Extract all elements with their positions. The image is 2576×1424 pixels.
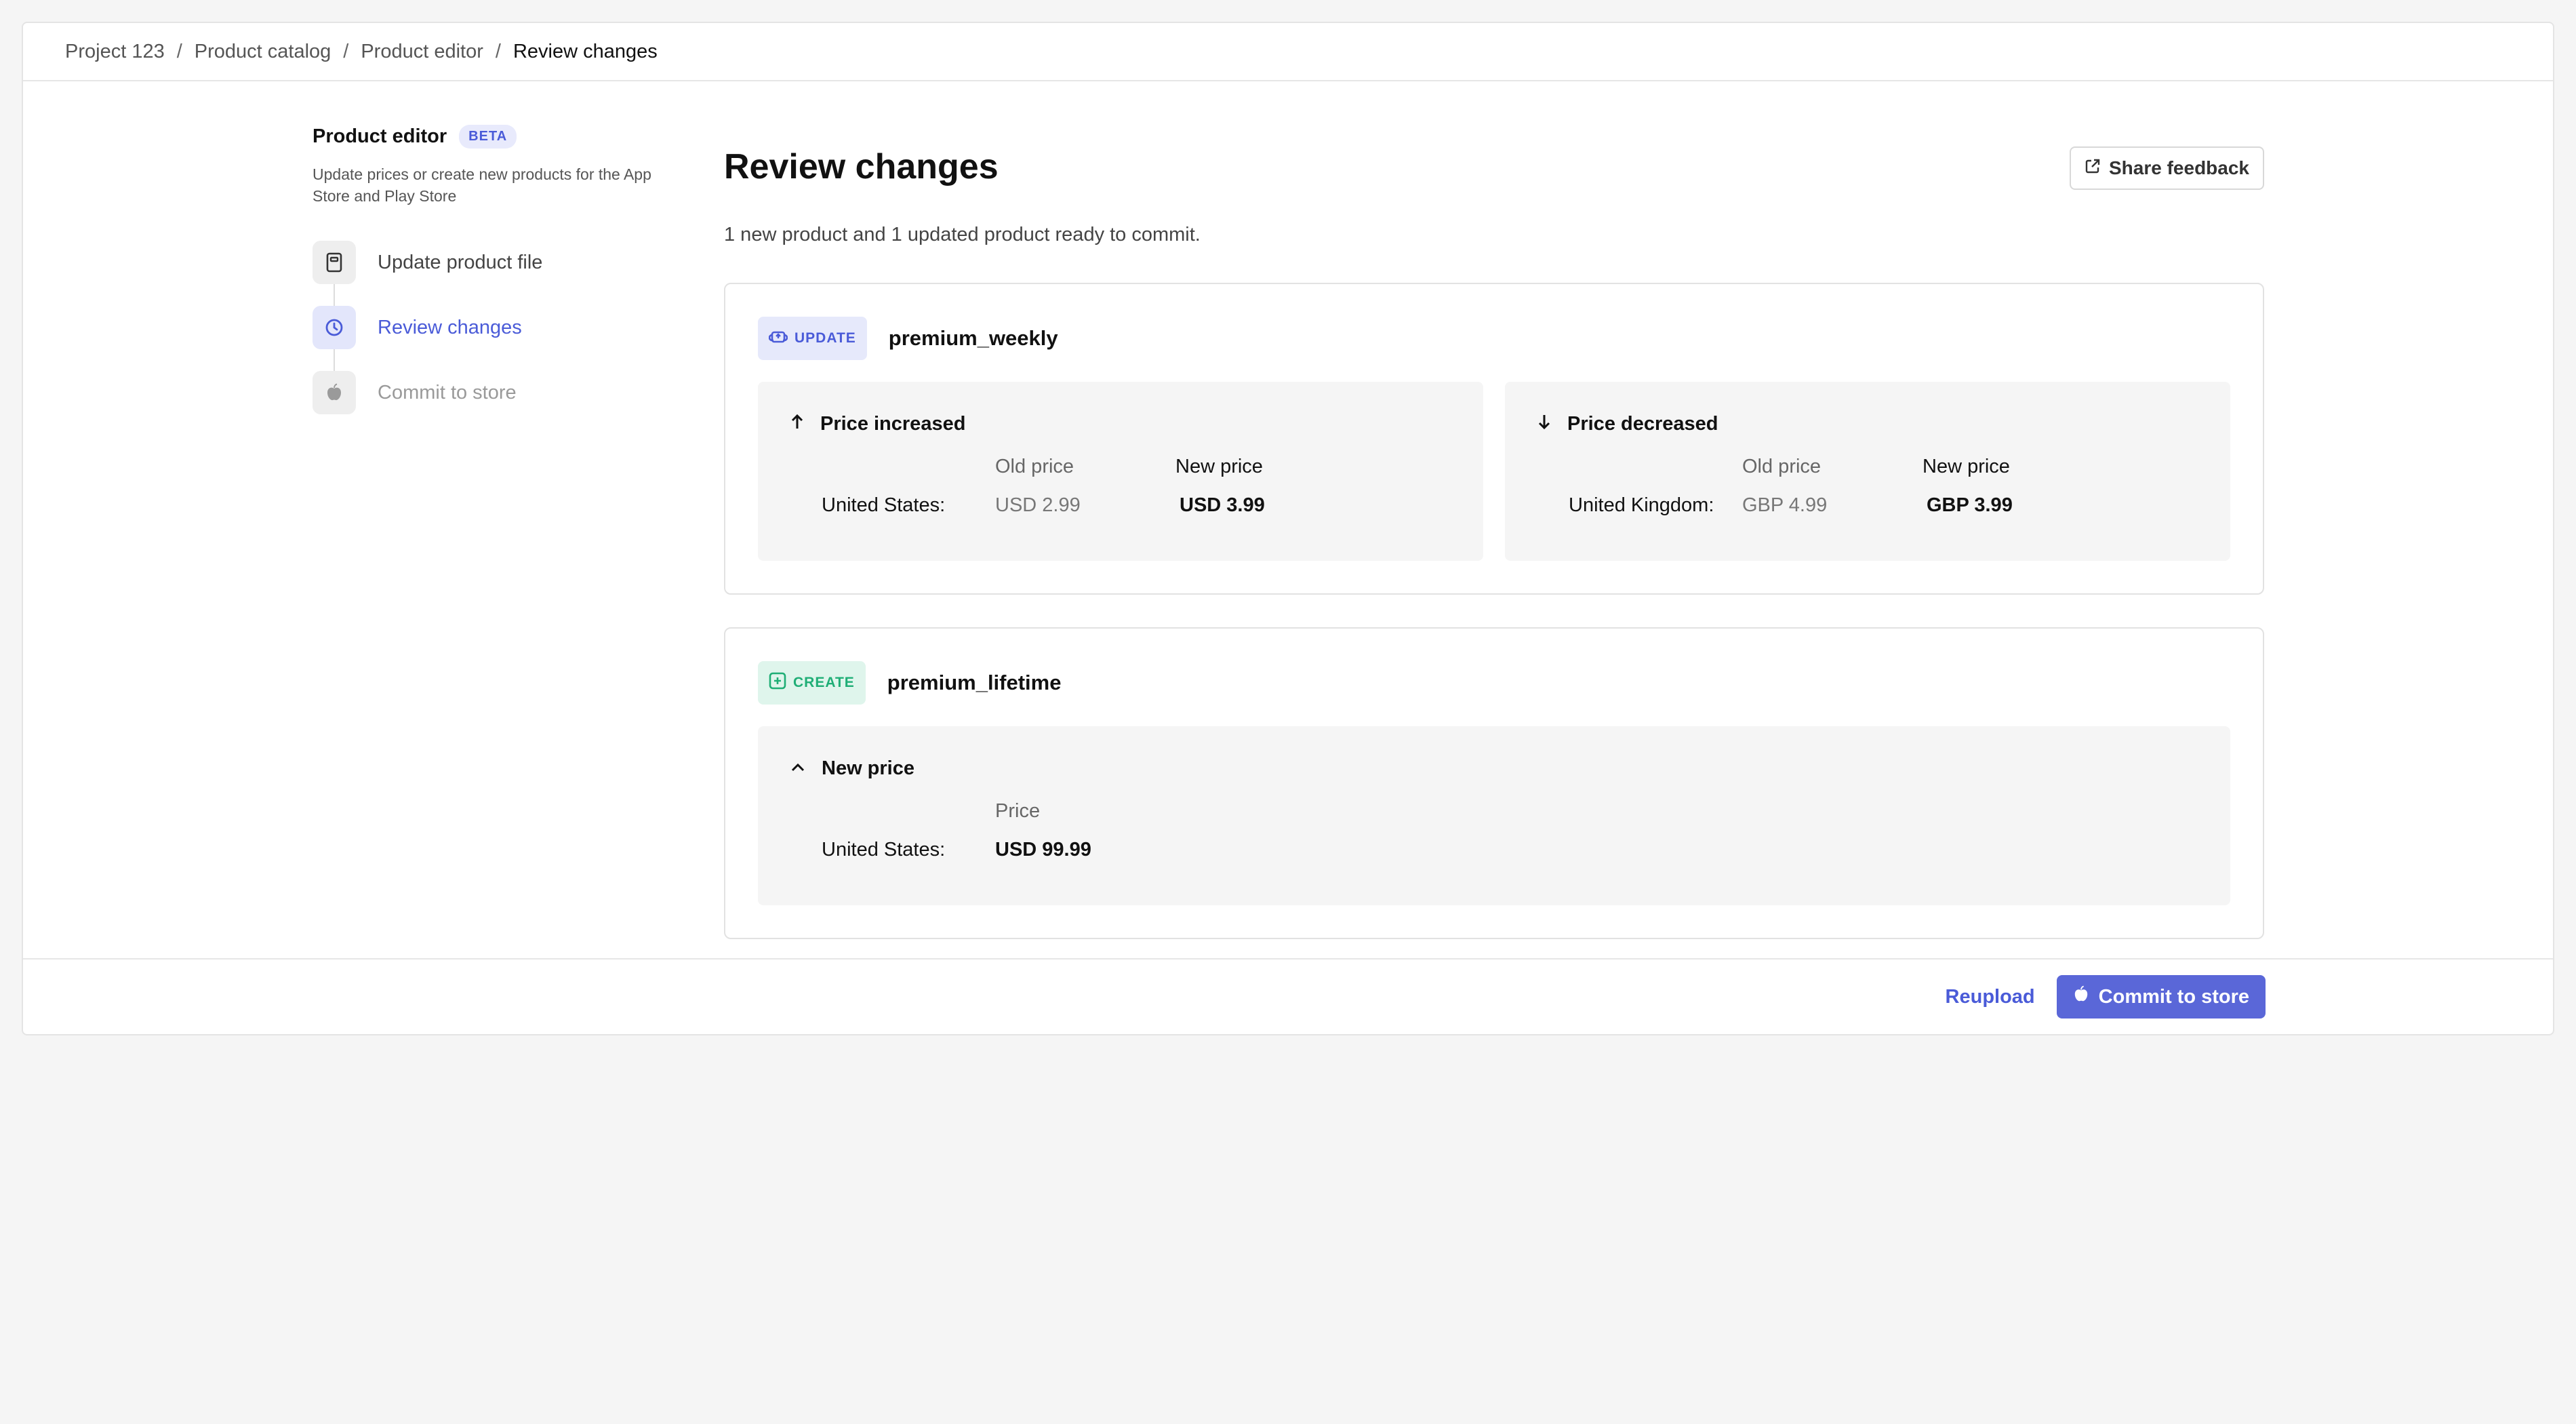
price-increased-box: Price increased Old price New price Unit… (758, 382, 1483, 561)
step-label: Update product file (378, 251, 543, 273)
sidebar-description: Update prices or create new products for… (313, 165, 651, 205)
sidebar: Product editor BETA Update prices or cre… (313, 125, 692, 436)
product-card-update: UPDATE premium_weekly Price increased Ol… (724, 283, 2264, 595)
old-price-value: GBP 4.99 (1742, 494, 1828, 516)
commit-to-store-button[interactable]: Commit to store (2056, 975, 2266, 1018)
arrow-up-icon (790, 413, 804, 435)
new-price-header: New price (1175, 456, 1263, 477)
breadcrumb-separator: / (343, 40, 349, 62)
breadcrumb-current: Review changes (512, 40, 658, 62)
create-badge: CREATE (758, 661, 866, 705)
price-decreased-label: Price decreased (1567, 413, 1718, 435)
plus-square-icon (769, 672, 786, 694)
card-header: CREATE premium_lifetime (758, 661, 2230, 705)
card-header: UPDATE premium_weekly (758, 317, 2230, 360)
breadcrumb-product-catalog[interactable]: Product catalog (195, 41, 331, 63)
price-header: Price (995, 800, 1041, 822)
price-table: Old price New price United Kingdom: GBP … (1537, 456, 2230, 517)
new-price-value: USD 3.99 (1180, 494, 1265, 516)
chevron-up-icon (790, 757, 805, 780)
price-table: Old price New price United States: USD 2… (790, 456, 1483, 517)
page-title: Review changes (724, 147, 999, 186)
cloud-upload-icon (768, 328, 788, 349)
arrow-down-icon (1537, 413, 1551, 435)
update-badge-label: UPDATE (794, 330, 856, 346)
step-commit-to-store: Commit to store (313, 371, 692, 414)
new-price-toggle[interactable]: New price (790, 757, 2230, 780)
price-table: Price United States: USD 99.99 (790, 800, 2230, 861)
box-heading: Price increased (790, 413, 1483, 435)
commit-label: Commit to store (2098, 985, 2249, 1008)
product-id: premium_lifetime (887, 671, 1062, 694)
new-price-boxes: New price Price United States: USD 99.99 (758, 726, 2230, 905)
breadcrumb: Project 123 / Product catalog / Product … (23, 23, 2553, 81)
step-review-changes[interactable]: Review changes (313, 306, 692, 349)
product-card-create: CREATE premium_lifetime New price Price … (724, 627, 2264, 939)
old-price-header: Old price (995, 456, 1074, 477)
changes-summary: 1 new product and 1 updated product read… (724, 224, 1201, 245)
new-price-header: New price (1923, 456, 2010, 477)
country-label: United States: (822, 494, 946, 516)
country-label: United States: (822, 839, 946, 861)
breadcrumb-separator: / (176, 40, 182, 62)
step-update-product-file[interactable]: Update product file (313, 241, 692, 284)
product-id: premium_weekly (888, 326, 1058, 350)
step-list: Update product file Review changes Commi… (313, 241, 692, 414)
apple-icon (2073, 985, 2089, 1008)
breadcrumb-separator: / (495, 40, 501, 62)
editor-panel: Project 123 / Product catalog / Product … (22, 22, 2554, 1035)
new-price-heading: New price (822, 757, 914, 779)
old-price-value: USD 2.99 (995, 494, 1081, 516)
step-label: Review changes (378, 316, 522, 338)
breadcrumb-project[interactable]: Project 123 (65, 41, 165, 63)
breadcrumb-product-editor[interactable]: Product editor (361, 41, 483, 63)
price-value: USD 99.99 (995, 839, 1091, 861)
main-content: Review changes Share feedback 1 new prod… (724, 125, 2264, 939)
share-feedback-label: Share feedback (2109, 157, 2249, 178)
price-decreased-box: Price decreased Old price New price Unit… (1505, 382, 2230, 561)
price-change-boxes: Price increased Old price New price Unit… (758, 382, 2230, 561)
beta-badge: BETA (459, 125, 517, 149)
sidebar-title: Product editor (313, 125, 447, 147)
sidebar-header: Product editor BETA (313, 125, 692, 149)
clock-icon (313, 306, 356, 349)
share-feedback-button[interactable]: Share feedback (2070, 146, 2264, 190)
box-heading: Price decreased (1537, 413, 2230, 435)
country-label: United Kingdom: (1569, 494, 1714, 516)
external-link-icon (2085, 157, 2101, 179)
main-header: Review changes Share feedback (724, 125, 2264, 190)
file-icon (313, 241, 356, 284)
update-badge: UPDATE (758, 317, 867, 360)
apple-icon (313, 371, 356, 414)
footer-actions: Reupload Commit to store (23, 958, 2553, 1034)
new-price-value: GBP 3.99 (1927, 494, 2013, 516)
create-badge-label: CREATE (793, 675, 855, 690)
step-label: Commit to store (378, 381, 517, 403)
new-price-box: New price Price United States: USD 99.99 (758, 726, 2230, 905)
price-increased-label: Price increased (820, 413, 966, 435)
reupload-button[interactable]: Reupload (1946, 986, 2035, 1008)
old-price-header: Old price (1742, 456, 1822, 477)
